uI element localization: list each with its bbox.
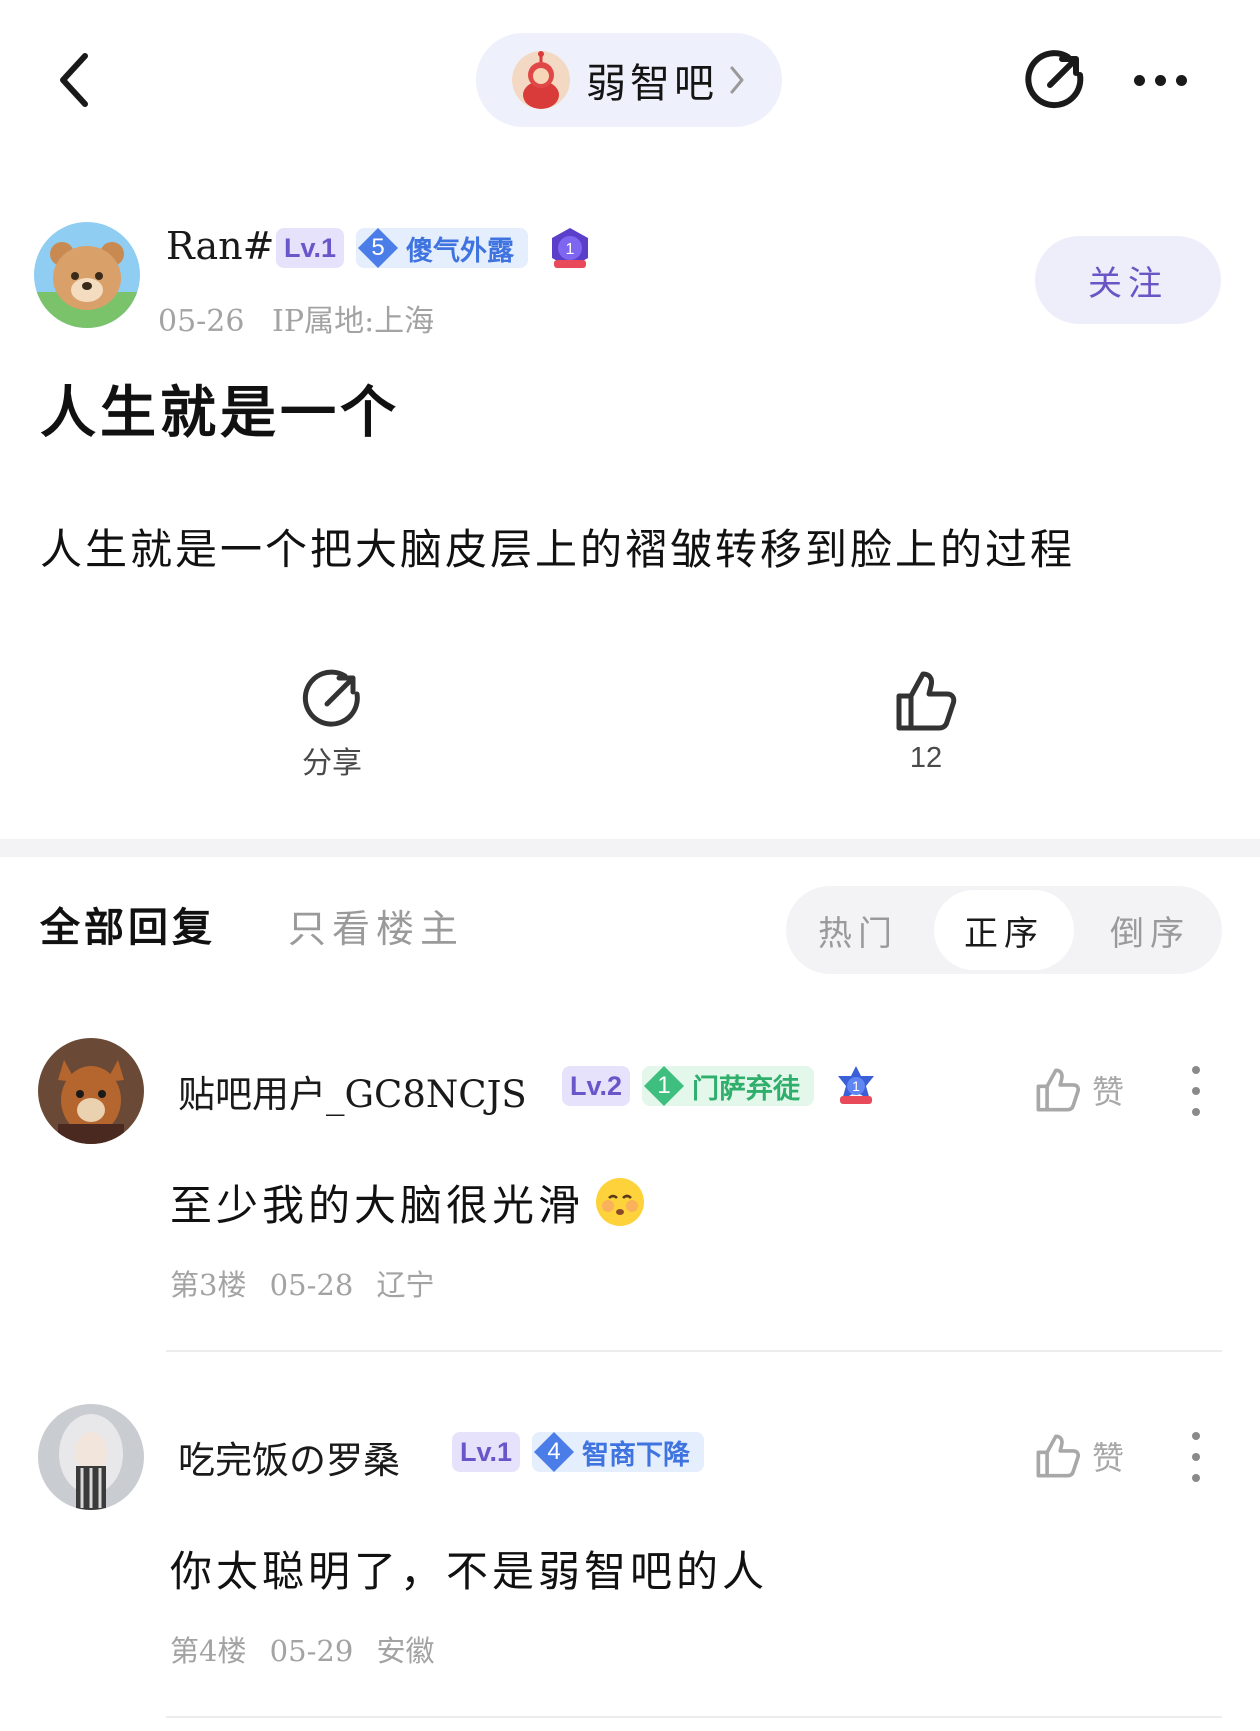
dot-icon [1192,1453,1200,1461]
like-count: 12 [909,742,943,774]
forum-entry-pill[interactable]: 弱智吧 [476,33,782,127]
thumbs-up-icon [1036,1068,1080,1112]
commenter-avatar[interactable] [38,1404,144,1510]
like-action[interactable]: 12 [876,668,976,775]
floor-number: 第3楼 [170,1268,247,1302]
dot-icon [1192,1474,1200,1482]
comment-meta: 第4楼 05-29 安徽 [170,1628,435,1670]
dot-icon [1192,1087,1200,1095]
share-action[interactable]: 分享 [282,668,382,782]
share-label: 分享 [302,746,362,781]
diamond-level-icon: 4 [532,1430,576,1474]
comment-location: 安徽 [376,1634,435,1668]
sort-hot[interactable]: 热门 [786,886,930,974]
tab-op-only[interactable]: 只看楼主 [288,898,464,953]
share-icon [1025,50,1084,109]
svg-text:1: 1 [566,241,575,258]
ip-location: IP属地:上海 [272,304,435,339]
title-badge-label: 傻气外露 [406,235,514,267]
thumbs-up-icon [896,671,957,731]
comment-text: 至少我的大脑很光滑 [170,1172,646,1233]
sort-toggle: 热门 正序 倒序 [786,886,1222,974]
top-navigation-bar: 弱智吧 [0,0,1260,160]
forum-avatar [512,51,570,109]
dot-icon [1192,1108,1200,1116]
comment-divider [166,1716,1222,1718]
dot-icon [1192,1066,1200,1074]
diamond-level-icon: 5 [356,226,400,270]
author-name[interactable]: Ran# [166,224,274,268]
like-label: 赞 [1092,1439,1125,1477]
chevron-left-icon [60,53,88,107]
floor-number: 第4楼 [170,1634,247,1668]
share-button[interactable] [1020,45,1090,115]
author-meta: 05-26 IP属地:上海 [158,296,434,340]
tab-all-replies[interactable]: 全部回复 [40,895,216,953]
dot-icon [1175,74,1187,86]
title-badge: 1 门萨弃徒 [642,1066,814,1106]
commenter-avatar[interactable] [38,1038,144,1144]
sort-ascending[interactable]: 正序 [934,890,1074,970]
dot-icon [1154,74,1166,86]
section-divider [0,839,1260,857]
comment-like-button[interactable]: 赞 [1034,1426,1134,1486]
sort-descending[interactable]: 倒序 [1078,886,1222,974]
comment-divider [166,1350,1222,1352]
chevron-right-icon [730,66,744,94]
comment-more-button[interactable] [1186,1066,1206,1116]
like-label: 赞 [1092,1073,1125,1111]
level-badge: Lv.1 [276,228,345,268]
comment-text: 你太聪明了，不是弱智吧的人 [170,1547,769,1596]
commenter-name[interactable]: 贴吧用户_GC8NCJS [178,1064,527,1118]
shy-face-emoji-icon [596,1178,645,1226]
comment-date: 05-28 [269,1268,354,1302]
commenter-name[interactable]: 吃完饭の罗桑 [178,1430,400,1484]
post-body: 人生就是一个把大脑皮层上的褶皱转移到脸上的过程 [40,525,1076,574]
dot-icon [1133,74,1145,86]
title-badge-label: 门萨弃徒 [692,1073,800,1105]
diamond-level-icon: 1 [642,1064,686,1108]
back-button[interactable] [40,40,110,120]
medal-icon: 1 [548,226,592,272]
author-avatar[interactable] [34,222,140,328]
comment-like-button[interactable]: 赞 [1034,1060,1134,1120]
medal-icon: 1 [834,1064,878,1110]
comment-date: 05-29 [269,1634,354,1668]
forum-name: 弱智吧 [586,61,718,107]
title-badge: 4 智商下降 [532,1432,704,1472]
share-icon [302,669,360,727]
thumbs-up-icon [1036,1434,1080,1478]
post-title: 人生就是一个 [40,380,400,446]
comment-more-button[interactable] [1186,1432,1206,1482]
level-badge: Lv.1 [452,1432,521,1472]
more-options-button[interactable] [1120,55,1200,105]
title-badge-label: 智商下降 [582,1439,690,1471]
post-date: 05-26 [158,304,245,339]
title-badge: 5 傻气外露 [356,228,528,268]
comment-meta: 第3楼 05-28 辽宁 [170,1262,435,1304]
follow-button[interactable]: 关注 [1035,236,1221,324]
comment-location: 辽宁 [376,1268,435,1302]
dot-icon [1192,1432,1200,1440]
level-badge: Lv.2 [562,1066,631,1106]
svg-text:1: 1 [852,1078,860,1094]
